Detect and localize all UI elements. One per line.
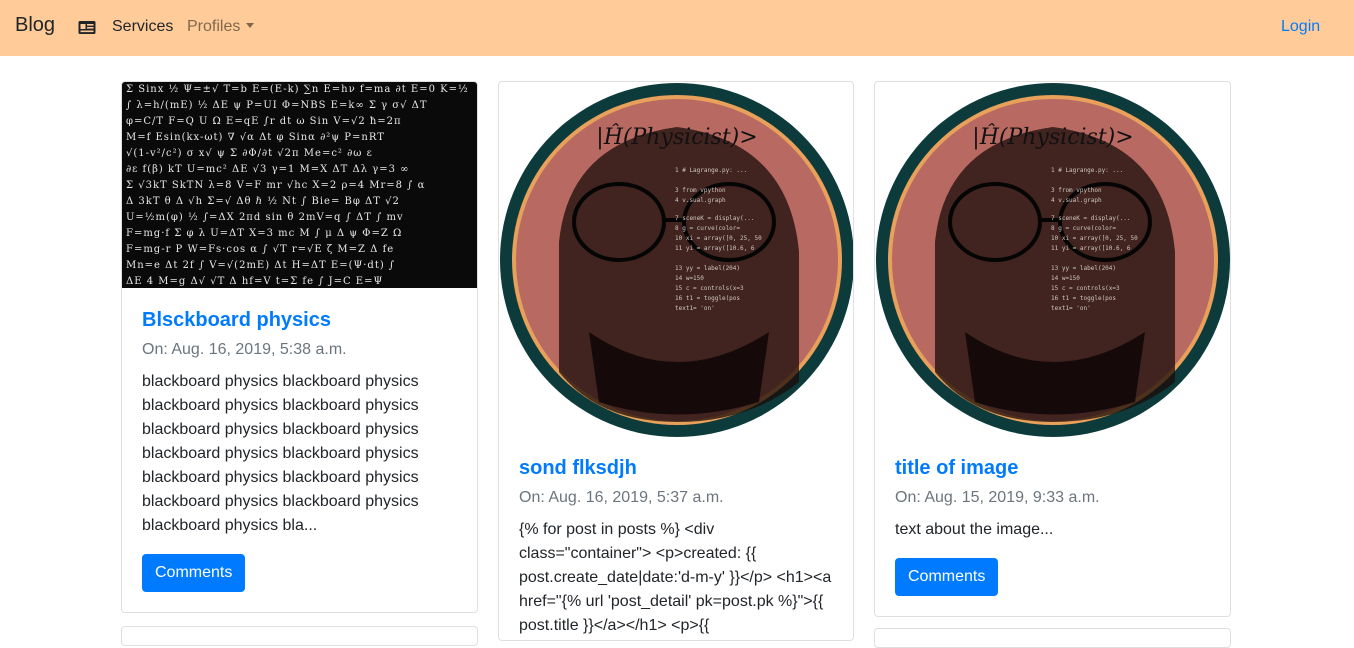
- post-card: 1 # Lagrange.py: ... 3 from vpython 4 v.…: [874, 81, 1231, 617]
- svg-text:13 yy = label(204): 13 yy = label(204): [1051, 265, 1116, 272]
- svg-text:1 # Lagrange.py: ...: 1 # Lagrange.py: ...: [1051, 167, 1123, 174]
- post-card: [874, 628, 1231, 648]
- portrait-heading: |Ĥ(Physicist)>: [972, 123, 1133, 150]
- svg-text:14 w=150: 14 w=150: [675, 275, 704, 282]
- svg-text:3 from vpython: 3 from vpython: [1051, 187, 1102, 194]
- navbar: Blog Services Profiles Login: [0, 0, 1354, 56]
- svg-text:4 v.sual.graph: 4 v.sual.graph: [675, 197, 726, 204]
- svg-text:7 sceneK = display(...: 7 sceneK = display(...: [1051, 215, 1130, 222]
- post-card: [121, 626, 478, 646]
- comments-button[interactable]: Comments: [895, 558, 999, 596]
- svg-text:14 w=150: 14 w=150: [1051, 275, 1080, 282]
- svg-text:3 from vpython: 3 from vpython: [675, 187, 726, 194]
- post-excerpt: text about the image...: [895, 521, 1054, 538]
- svg-text:8 g = curve(color=: 8 g = curve(color=: [675, 225, 740, 232]
- post-title[interactable]: Blsckboard physics: [142, 308, 457, 332]
- portrait-heading: |Ĥ(Physicist)>: [596, 123, 757, 150]
- blackboard-image: Σ Sinx ½ Ψ=±√ T=b E=(E-k) ∑n E=hν f=ma ∂…: [122, 82, 477, 288]
- post-card: Σ Sinx ½ Ψ=±√ T=b E=(E-k) ∑n E=hν f=ma ∂…: [121, 81, 478, 613]
- login-link[interactable]: Login: [1281, 18, 1320, 36]
- nav-services-link[interactable]: Services: [112, 18, 173, 36]
- post-date: On: Aug. 16, 2019, 5:38 a.m.: [142, 341, 347, 358]
- post-excerpt: {% for post in posts %} <div class="cont…: [519, 521, 832, 634]
- svg-text:text1= 'on': text1= 'on': [1051, 305, 1091, 312]
- svg-text:10 xi = array([0, 25, 50: 10 xi = array([0, 25, 50: [1051, 235, 1138, 242]
- post-title[interactable]: title of image: [895, 456, 1210, 480]
- svg-text:7 sceneK = display(...: 7 sceneK = display(...: [675, 215, 754, 222]
- svg-text:15 c = controls(x=3: 15 c = controls(x=3: [675, 285, 744, 292]
- svg-text:11 yi = array([10.6, 6: 11 yi = array([10.6, 6: [1051, 245, 1131, 252]
- post-excerpt: blackboard physics blackboard physics bl…: [142, 373, 419, 534]
- svg-text:16 t1 = toggle(pos: 16 t1 = toggle(pos: [675, 295, 740, 302]
- svg-text:11 yi = array([10.6, 6: 11 yi = array([10.6, 6: [675, 245, 755, 252]
- svg-text:8 g = curve(color=: 8 g = curve(color=: [1051, 225, 1116, 232]
- nav-profiles-label: Profiles: [187, 18, 241, 35]
- svg-text:text1= 'on': text1= 'on': [675, 305, 715, 312]
- post-date: On: Aug. 16, 2019, 5:37 a.m.: [519, 489, 724, 506]
- chevron-down-icon: [246, 23, 255, 28]
- post-title[interactable]: sond flksdjh: [519, 456, 833, 480]
- id-card-icon[interactable]: [78, 20, 96, 35]
- svg-text:16 t1 = toggle(pos: 16 t1 = toggle(pos: [1051, 295, 1116, 302]
- svg-text:4 v.sual.graph: 4 v.sual.graph: [1051, 197, 1102, 204]
- svg-text:1 # Lagrange.py: ...: 1 # Lagrange.py: ...: [675, 167, 747, 174]
- physicist-portrait-image: 1 # Lagrange.py: ... 3 from vpython 4 v.…: [500, 83, 853, 437]
- physicist-portrait-image: 1 # Lagrange.py: ... 3 from vpython 4 v.…: [876, 83, 1230, 437]
- comments-button[interactable]: Comments: [142, 554, 246, 592]
- post-card: 1 # Lagrange.py: ... 3 from vpython 4 v.…: [498, 81, 854, 641]
- svg-text:15 c = controls(x=3: 15 c = controls(x=3: [1051, 285, 1120, 292]
- nav-profiles-dropdown[interactable]: Profiles: [187, 18, 255, 36]
- svg-text:10 xi = array([0, 25, 50: 10 xi = array([0, 25, 50: [675, 235, 762, 242]
- post-date: On: Aug. 15, 2019, 9:33 a.m.: [895, 489, 1100, 506]
- brand-link[interactable]: Blog: [15, 14, 55, 37]
- svg-text:13 yy = label(204): 13 yy = label(204): [675, 265, 740, 272]
